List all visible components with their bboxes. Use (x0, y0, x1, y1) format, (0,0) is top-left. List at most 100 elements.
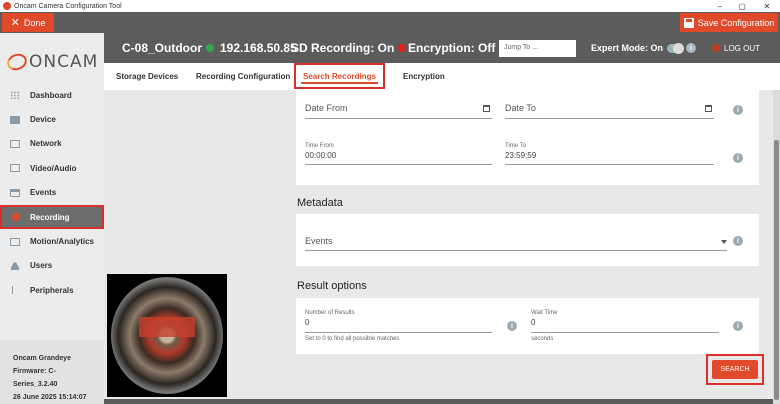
info-icon[interactable]: i (686, 43, 697, 53)
calendar-icon[interactable] (483, 105, 490, 112)
sd-status-dot-icon (398, 44, 407, 52)
wait-time-help: seconds (531, 336, 554, 342)
sidebar-item-events[interactable]: Events (0, 181, 104, 205)
expert-mode: Expert Mode: On i (591, 33, 697, 63)
network-icon (10, 139, 20, 148)
firmware-line-2: Series_3.2.40 (13, 381, 58, 388)
logout-button[interactable]: LOG OUT (712, 33, 760, 63)
device-datetime: 26 June 2025 15:14:07 (13, 394, 87, 401)
firmware-line-1: Firmware: C- (13, 368, 56, 375)
camera-ip: 192.168.50.85 (220, 41, 297, 55)
oncam-logo: ONCAM (4, 51, 99, 73)
save-configuration-button[interactable]: Save Configuration (680, 13, 778, 32)
number-of-results-help: Set to 0 to find all possible matches (305, 336, 400, 342)
info-icon[interactable]: i (733, 153, 743, 163)
expert-mode-toggle[interactable] (667, 42, 685, 54)
usb-icon (12, 286, 18, 295)
sidebar-item-network[interactable]: Network (0, 132, 104, 156)
events-select[interactable]: Events (305, 236, 727, 251)
encryption-text: Encryption: Off (408, 41, 496, 55)
sidebar-item-dashboard[interactable]: Dashboard (0, 83, 104, 107)
video-icon (10, 164, 20, 173)
sidebar-item-label: Device (30, 115, 56, 125)
window-title: Oncam Camera Configuration Tool (14, 2, 122, 10)
date-from-underline (305, 118, 492, 119)
sidebar-item-recording[interactable]: Recording (0, 204, 104, 230)
fisheye-image (111, 277, 223, 394)
time-from-field[interactable]: Time From 00:00:00 (305, 143, 492, 165)
camera-preview[interactable] (107, 274, 227, 397)
search-button[interactable]: SEARCH (712, 360, 758, 379)
time-to-label: Time To (505, 143, 527, 149)
bottom-bar (104, 399, 773, 404)
logo-text: ONCAM (29, 52, 99, 72)
date-to-placeholder: Date To (505, 103, 536, 113)
tab-storage-devices[interactable]: Storage Devices (116, 63, 178, 90)
chevron-down-icon (721, 240, 727, 244)
close-window-button[interactable]: ✕ (752, 0, 780, 12)
sidebar-item-label: Events (30, 188, 57, 198)
camera-header: C-08_Outdoor 192.168.50.85 SD Recording:… (104, 33, 780, 63)
time-to-field[interactable]: Time To 23:59:59 (505, 143, 714, 165)
done-label: Done (23, 17, 46, 28)
logout-label: LOG OUT (724, 43, 761, 53)
sidebar-item-device[interactable]: Device (0, 107, 104, 131)
sidebar: ONCAM Dashboard Device Network Video/Aud… (0, 33, 104, 404)
metadata-title: Metadata (297, 197, 343, 209)
date-from-placeholder: Date From (305, 103, 348, 113)
sd-recording-status: SD Recording: On (291, 33, 407, 63)
record-dot-icon (12, 213, 20, 222)
time-from-value: 00:00:00 (305, 151, 337, 160)
jump-to-input[interactable]: Jump To ... (499, 40, 576, 57)
sidebar-item-video-audio[interactable]: Video/Audio (0, 156, 104, 180)
info-icon[interactable]: i (507, 321, 517, 331)
user-icon (10, 261, 20, 270)
date-from-field[interactable]: Date From (305, 103, 492, 119)
sidebar-item-peripherals[interactable]: Peripherals (0, 278, 104, 302)
metadata-card: Events i (296, 214, 759, 266)
events-underline (305, 250, 727, 251)
tab-encryption[interactable]: Encryption (403, 63, 445, 90)
grid-icon (10, 91, 20, 100)
save-disk-icon (683, 17, 694, 28)
number-of-results-field[interactable]: Number of Results 0 Set to 0 to find all… (305, 310, 492, 346)
date-to-field[interactable]: Date To (505, 103, 714, 119)
sidebar-item-motion-analytics[interactable]: Motion/Analytics (0, 229, 104, 253)
info-icon[interactable]: i (733, 236, 743, 246)
calendar-icon[interactable] (705, 105, 712, 112)
sidebar-item-label: Dashboard (30, 90, 72, 100)
result-options-card: Number of Results 0 Set to 0 to find all… (296, 298, 759, 354)
camera-icon (10, 115, 20, 124)
app-logo-icon (3, 2, 11, 10)
sidebar-item-label: Motion/Analytics (30, 237, 95, 247)
time-to-value: 23:59:59 (505, 151, 537, 160)
sidebar-item-label: Users (30, 261, 53, 271)
scrollbar-thumb[interactable] (774, 140, 779, 400)
tab-recording-configuration[interactable]: Recording Configuration (196, 63, 290, 90)
wait-time-underline (531, 332, 719, 333)
done-button[interactable]: ✕ Done (2, 13, 54, 32)
sidebar-item-label: Peripherals (30, 285, 74, 295)
logout-icon (712, 44, 720, 52)
tab-search-recordings[interactable]: Search Recordings (294, 63, 385, 89)
time-from-underline (305, 164, 492, 165)
info-icon[interactable]: i (733, 105, 743, 115)
number-of-results-label: Number of Results (305, 310, 355, 316)
number-of-results-underline (305, 332, 492, 333)
date-to-underline (505, 118, 714, 119)
device-model: Oncam Grandeye (13, 355, 71, 362)
save-label: Save Configuration (697, 17, 775, 28)
wait-time-field[interactable]: Wait Time 0 seconds (531, 310, 719, 346)
camera-name-text: C-08_Outdoor (122, 41, 203, 55)
events-placeholder: Events (305, 236, 333, 246)
sidebar-item-users[interactable]: Users (0, 254, 104, 278)
time-from-label: Time From (305, 143, 334, 149)
wait-time-label: Wait Time (531, 310, 558, 316)
info-icon[interactable]: i (733, 321, 743, 331)
sidebar-item-label: Recording (30, 212, 70, 222)
expert-mode-text: Expert Mode: On (591, 43, 664, 53)
encryption-status: Encryption: Off (408, 33, 508, 63)
motion-icon (10, 237, 20, 246)
recording-tabs: Storage Devices Recording Configuration … (104, 63, 780, 90)
main-scrollbar[interactable] (773, 90, 780, 404)
